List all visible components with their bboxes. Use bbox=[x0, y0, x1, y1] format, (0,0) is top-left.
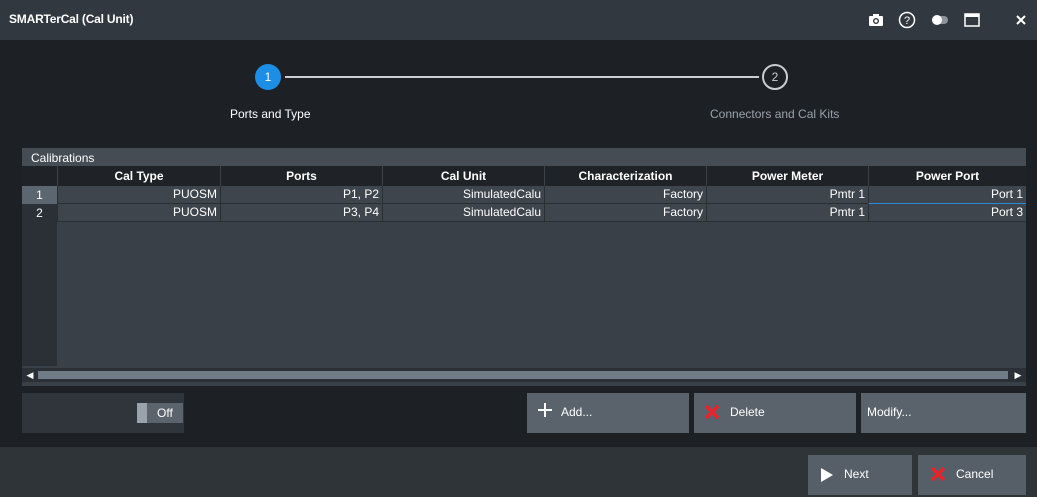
delete-button-label: Delete bbox=[730, 405, 765, 419]
play-icon bbox=[820, 467, 834, 486]
modify-button[interactable]: Modify... bbox=[861, 393, 1026, 433]
scrollbar-thumb[interactable] bbox=[38, 371, 1008, 379]
column-header[interactable]: Cal Type bbox=[57, 166, 220, 186]
cancel-button[interactable]: Cancel bbox=[918, 455, 1026, 495]
table-cell[interactable]: PUOSM bbox=[57, 204, 220, 222]
table-cell[interactable]: Pmtr 1 bbox=[706, 204, 868, 222]
off-toggle[interactable]: Off bbox=[137, 403, 183, 423]
column-header[interactable]: Characterization bbox=[544, 166, 706, 186]
next-button[interactable]: Next bbox=[808, 455, 912, 495]
step-2-label: Connectors and Cal Kits bbox=[710, 107, 840, 121]
maximize-icon[interactable] bbox=[962, 10, 982, 30]
toggle-knob bbox=[137, 403, 147, 423]
row-header[interactable]: 1 bbox=[22, 186, 57, 204]
table-cell[interactable]: Factory bbox=[544, 204, 706, 222]
delete-button[interactable]: Delete bbox=[694, 393, 856, 433]
scroll-left-icon[interactable]: ◀ bbox=[23, 368, 37, 382]
modify-button-label: Modify... bbox=[867, 405, 912, 419]
toggle-state-label: Off bbox=[157, 406, 173, 420]
table-cell[interactable]: SimulatedCalu bbox=[382, 186, 544, 204]
toggle-icon[interactable] bbox=[930, 10, 950, 30]
horizontal-scrollbar[interactable]: ◀ ▶ bbox=[22, 368, 1026, 382]
delete-x-icon bbox=[704, 404, 720, 423]
table-header-row: Cal Type Ports Cal Unit Characterization… bbox=[22, 166, 1026, 186]
table-corner bbox=[22, 166, 57, 186]
window-title: SMARTerCal (Cal Unit) bbox=[9, 12, 134, 26]
step-1-indicator[interactable]: 1 bbox=[255, 64, 281, 90]
table-cell[interactable]: SimulatedCalu bbox=[382, 204, 544, 222]
table-cell[interactable]: P1, P2 bbox=[220, 186, 382, 204]
help-icon[interactable]: ? bbox=[897, 10, 917, 30]
table-cell[interactable]: Pmtr 1 bbox=[706, 186, 868, 204]
plus-icon bbox=[537, 402, 553, 421]
column-header[interactable]: Power Meter bbox=[706, 166, 868, 186]
svg-text:?: ? bbox=[904, 15, 910, 27]
title-bar: SMARTerCal (Cal Unit) ? bbox=[0, 0, 1037, 40]
calibrations-header: Calibrations bbox=[22, 148, 1026, 166]
step-2-indicator[interactable]: 2 bbox=[762, 64, 788, 90]
row-header-column: 1 2 bbox=[22, 186, 57, 366]
camera-icon[interactable] bbox=[866, 10, 886, 30]
cancel-button-label: Cancel bbox=[956, 467, 994, 481]
close-icon[interactable] bbox=[1011, 10, 1031, 30]
cancel-x-icon bbox=[930, 466, 946, 485]
table-cell[interactable]: Port 3 bbox=[868, 204, 1026, 222]
step-connector-line bbox=[285, 76, 759, 78]
table-cell[interactable]: Factory bbox=[544, 186, 706, 204]
scroll-right-icon[interactable]: ▶ bbox=[1011, 368, 1025, 382]
table-cell[interactable]: PUOSM bbox=[57, 186, 220, 204]
row-header[interactable]: 2 bbox=[22, 204, 57, 222]
column-header[interactable]: Power Port bbox=[868, 166, 1026, 186]
toggle-panel: Off bbox=[22, 393, 184, 433]
add-button[interactable]: Add... bbox=[527, 393, 689, 433]
column-header[interactable]: Cal Unit bbox=[382, 166, 544, 186]
table-cell[interactable]: P3, P4 bbox=[220, 204, 382, 222]
table-cell[interactable]: Port 1 bbox=[868, 186, 1026, 204]
dialog-footer: Next Cancel bbox=[0, 447, 1037, 497]
step-1-label: Ports and Type bbox=[230, 107, 311, 121]
calibrations-table: Cal Type Ports Cal Unit Characterization… bbox=[22, 166, 1026, 366]
calibrations-title: Calibrations bbox=[31, 151, 95, 165]
column-header[interactable]: Ports bbox=[220, 166, 382, 186]
next-button-label: Next bbox=[844, 467, 869, 481]
add-button-label: Add... bbox=[561, 405, 593, 419]
wizard-content: 1 2 Ports and Type Connectors and Cal Ki… bbox=[0, 40, 1037, 447]
